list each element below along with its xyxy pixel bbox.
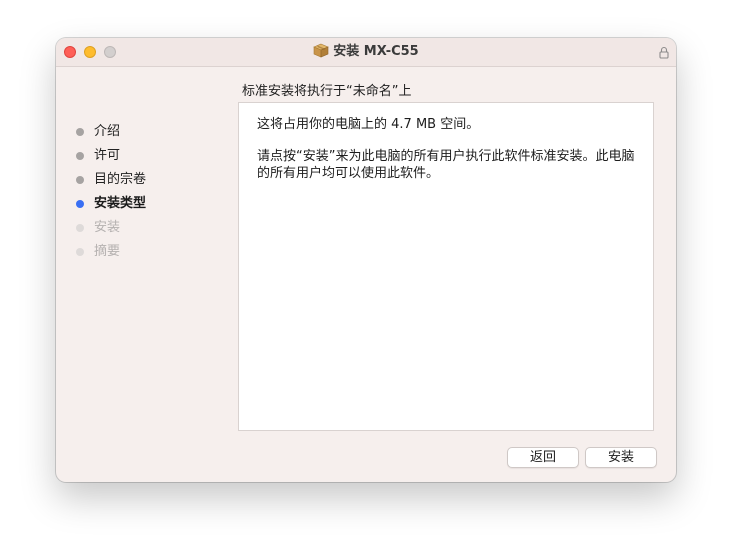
section-heading: 标准安装将执行于“未命名”上: [242, 84, 412, 99]
step-label: 目的宗卷: [94, 172, 147, 187]
package-icon: [313, 43, 330, 64]
step-license: 许可: [76, 147, 146, 171]
disk-space-text: 这将占用你的电脑上的 4.7 MB 空间。: [257, 117, 480, 132]
step-dot-icon: [76, 128, 84, 136]
install-instruction-text: 请点按“安装”来为此电脑的所有用户执行此软件标准安装。此电脑的所有用户均可以使用…: [257, 149, 635, 181]
step-dot-icon: [76, 152, 84, 160]
step-dot-icon: [76, 248, 84, 256]
content-panel: 这将占用你的电脑上的 4.7 MB 空间。 请点按“安装”来为此电脑的所有用户执…: [238, 102, 654, 431]
step-dot-icon: [76, 200, 84, 208]
step-label: 摘要: [94, 244, 121, 259]
window-title-group: 安装 MX-C55: [56, 43, 676, 64]
step-install-type: 安装类型: [76, 195, 146, 219]
back-button[interactable]: 返回: [507, 447, 579, 468]
install-button[interactable]: 安装: [585, 447, 657, 468]
installer-window: 安装 MX-C55 标准安装将执行于“未命名”上 介绍 许可 目的宗卷 安装类型: [56, 38, 676, 482]
step-dot-icon: [76, 176, 84, 184]
window-title: 安装 MX-C55: [333, 44, 419, 59]
step-dot-icon: [76, 224, 84, 232]
step-installation: 安装: [76, 219, 146, 243]
lock-icon: [659, 44, 669, 63]
title-bar[interactable]: 安装 MX-C55: [56, 38, 676, 67]
step-list: 介绍 许可 目的宗卷 安装类型 安装 摘要: [76, 123, 146, 267]
step-label: 许可: [94, 148, 121, 163]
step-label: 安装: [94, 220, 121, 235]
step-intro: 介绍: [76, 123, 146, 147]
step-destination: 目的宗卷: [76, 171, 146, 195]
step-label: 介绍: [94, 124, 121, 139]
step-label: 安装类型: [94, 196, 147, 211]
step-summary: 摘要: [76, 243, 146, 267]
